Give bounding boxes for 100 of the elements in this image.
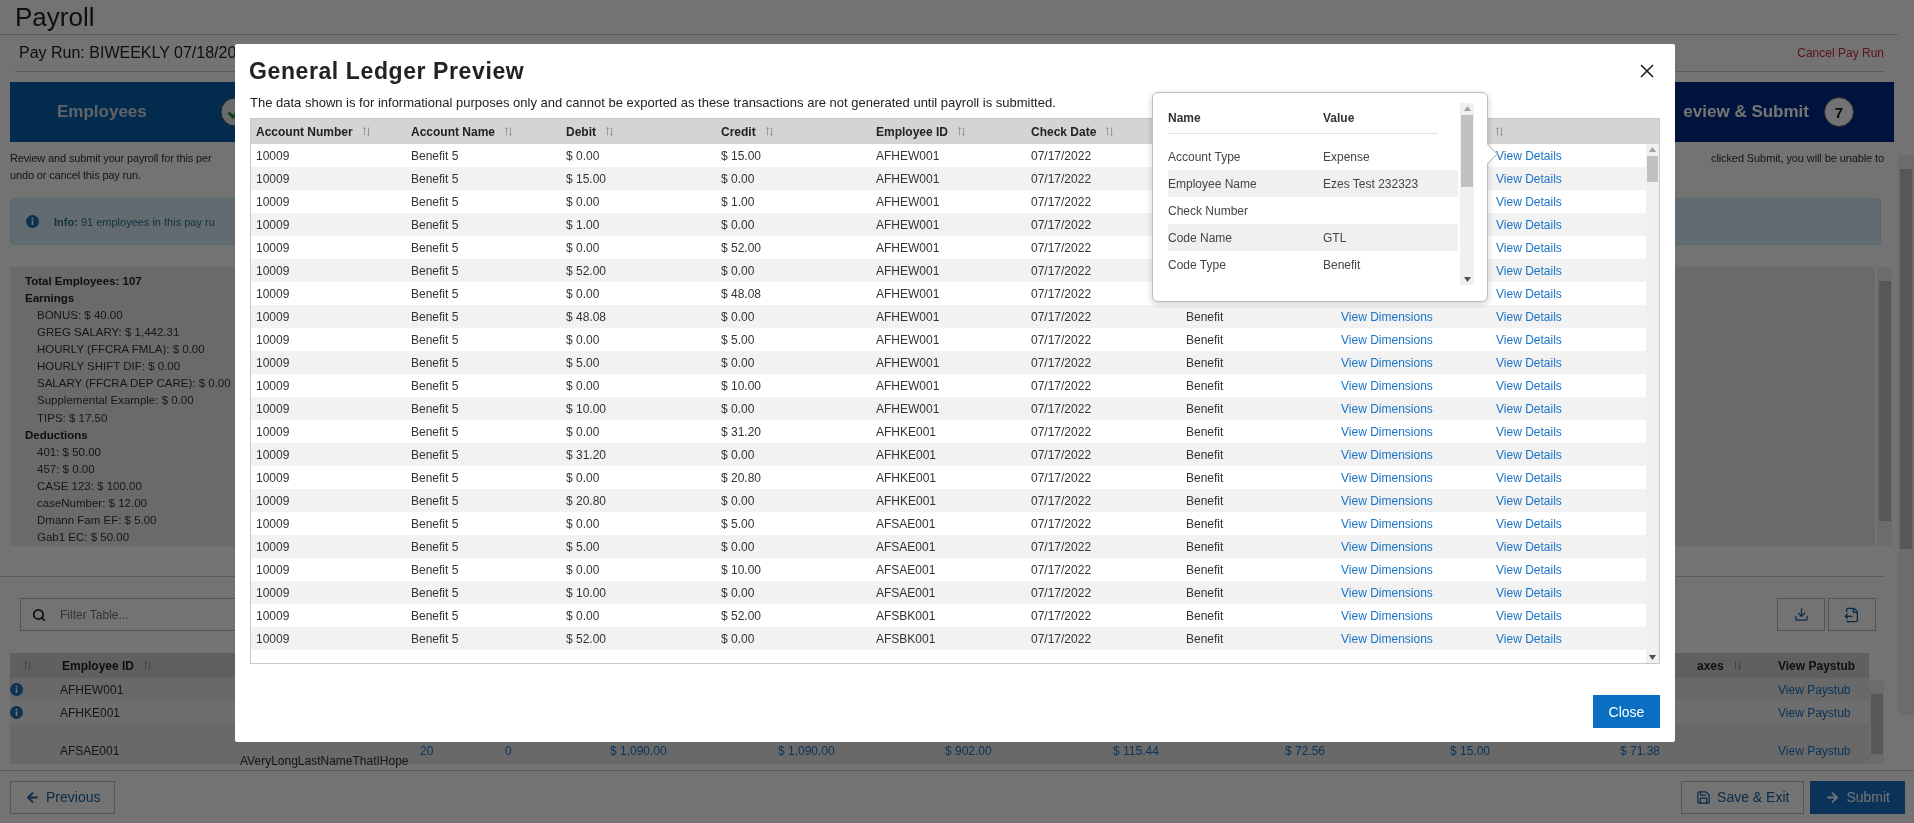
column-header[interactable]: Employee ID [60,658,235,673]
table-cell-text: Benefit 5 [410,447,460,462]
column-header[interactable]: axes [1615,658,1770,673]
view-dimensions-link[interactable]: View Dimensions [1336,447,1491,462]
view-details-link[interactable]: View Details [1491,608,1646,623]
export-button[interactable] [1828,598,1876,631]
view-details-link[interactable]: View Details [1491,355,1646,370]
scrollbar-thumb[interactable] [1647,156,1658,182]
view-details-link[interactable]: View Details [1491,332,1646,347]
close-button[interactable]: Close [1593,695,1660,728]
download-button[interactable] [1777,598,1825,631]
view-details-link[interactable]: View Details [1491,585,1646,600]
submit-button[interactable]: Submit [1810,780,1905,814]
sort-icon[interactable] [1106,127,1114,136]
view-details-link[interactable]: View Details [1491,286,1646,301]
view-dimensions-link[interactable]: View Dimensions [1336,332,1491,347]
sort-icon[interactable] [958,127,966,136]
down-triangle-icon[interactable] [1463,277,1471,282]
view-dimensions-link[interactable]: View Dimensions [1336,401,1491,416]
sort-icon[interactable] [606,127,613,136]
view-details-link[interactable]: View Details [1491,194,1646,209]
scrollbar-thumb[interactable] [1899,169,1913,549]
view-dimensions-link[interactable]: View Dimensions [1336,309,1491,324]
view-dimensions-link[interactable]: View Dimensions [1336,562,1491,577]
view-details-link[interactable]: View Details [1491,631,1646,646]
view-dimensions-link[interactable]: View Dimensions [1336,470,1491,485]
view-details-link[interactable]: View Details [1491,263,1646,278]
detail-name: Code Name [1168,230,1234,245]
view-dimensions-link[interactable]: View Dimensions [1336,424,1491,439]
table-cell-text: $ 1,090.00 [609,743,668,758]
view-details-link[interactable]: View Details [1491,493,1646,508]
view-details-link[interactable]: View Details [1491,539,1646,554]
table-cell-text: Benefit 5 [410,263,460,278]
column-header[interactable]: View Paystub [1770,658,1869,673]
table-cell-text: 10009 [255,309,291,324]
scrollbar-thumb[interactable] [1461,115,1473,187]
view-details-link[interactable]: View Details [1491,240,1646,255]
table-cell-text: $ 31.20 [720,424,763,439]
view-details-link[interactable]: View Details [1491,309,1646,324]
table-cell-text: 10009 [255,562,291,577]
table-cell-text: 10009 [255,424,291,439]
column-header[interactable]: Debit [561,124,716,139]
up-triangle-icon[interactable] [1649,147,1656,152]
column-header[interactable]: Employee ID [871,124,1026,139]
view-details-link[interactable]: View Details [1491,148,1646,163]
view-dimensions-link[interactable]: View Dimensions [1336,493,1491,508]
view-details-link[interactable]: View Details [1491,378,1646,393]
view-dimensions-link[interactable]: View Dimensions [1336,516,1491,531]
save-exit-button[interactable]: Save & Exit [1681,780,1805,814]
view-details-link[interactable]: View Details [1491,562,1646,577]
sort-icon[interactable] [24,661,31,670]
view-paystub-link[interactable]: View Paystub [1770,734,1869,758]
table-cell-text: Benefit [1185,424,1225,439]
scrollbar[interactable] [1869,680,1884,764]
scrollbar-thumb[interactable] [1870,694,1883,754]
down-triangle-icon[interactable] [1649,655,1656,660]
table-cell-text: $ 0.00 [720,401,756,416]
view-dimensions-link[interactable]: View Dimensions [1336,355,1491,370]
view-details-link[interactable]: View Details [1491,424,1646,439]
view-paystub-link[interactable]: View Paystub [1770,705,1869,720]
view-details-link[interactable]: View Details [1491,401,1646,416]
view-details-link[interactable]: View Details [1491,171,1646,186]
scrollbar[interactable] [1877,267,1892,546]
table-cell-text: $ 10.00 [565,401,608,416]
column-header[interactable]: Account Number [251,124,406,139]
view-details-link[interactable]: View Details [1491,217,1646,232]
scrollbar[interactable] [1646,144,1659,663]
view-paystub-link[interactable]: View Paystub [1770,682,1869,697]
info-text: Info: 91 employees in this pay ru [54,215,215,228]
sort-icon[interactable] [362,127,370,136]
table-cell-text: $ 10.00 [720,378,763,393]
view-dimensions-link[interactable]: View Dimensions [1336,631,1491,646]
column-header[interactable]: Credit [716,124,871,139]
detail-value: Expense [1323,149,1371,164]
detail-name: Code Type [1168,257,1227,272]
view-dimensions-link[interactable]: View Dimensions [1336,608,1491,623]
scrollbar[interactable] [1460,103,1474,285]
previous-button[interactable]: Previous [10,780,116,814]
view-dimensions-link[interactable]: View Dimensions [1336,378,1491,393]
sort-icon[interactable] [1496,127,1503,136]
table-cell-text: Benefit [1185,585,1225,600]
view-details-link[interactable]: View Details [1491,447,1646,462]
table-cell-text: 07/17/2022 [1030,539,1093,554]
view-details-link[interactable]: View Details [1491,516,1646,531]
sort-icon[interactable] [144,661,152,670]
sort-icon[interactable] [505,127,513,136]
table-cell-text: AFHEW001 [875,355,941,370]
table-cell-text: Benefit 5 [410,562,460,577]
view-details-link[interactable]: View Details [1491,470,1646,485]
view-dimensions-link[interactable]: View Dimensions [1336,539,1491,554]
sort-icon[interactable] [765,127,773,136]
view-dimensions-link[interactable]: View Dimensions [1336,585,1491,600]
column-header[interactable]: Account Name [406,124,561,139]
summary-item: HOURLY SHIFT DIF: $ 0.00 [36,359,181,375]
sort-icon[interactable] [1733,661,1741,670]
cancel-pay-run-link[interactable]: Cancel Pay Run [1797,46,1884,60]
table-cell-text: $ 5.00 [720,516,756,531]
up-triangle-icon[interactable] [1463,106,1471,111]
scrollbar-thumb[interactable] [1878,281,1891,521]
scrollbar[interactable] [1898,155,1914,715]
